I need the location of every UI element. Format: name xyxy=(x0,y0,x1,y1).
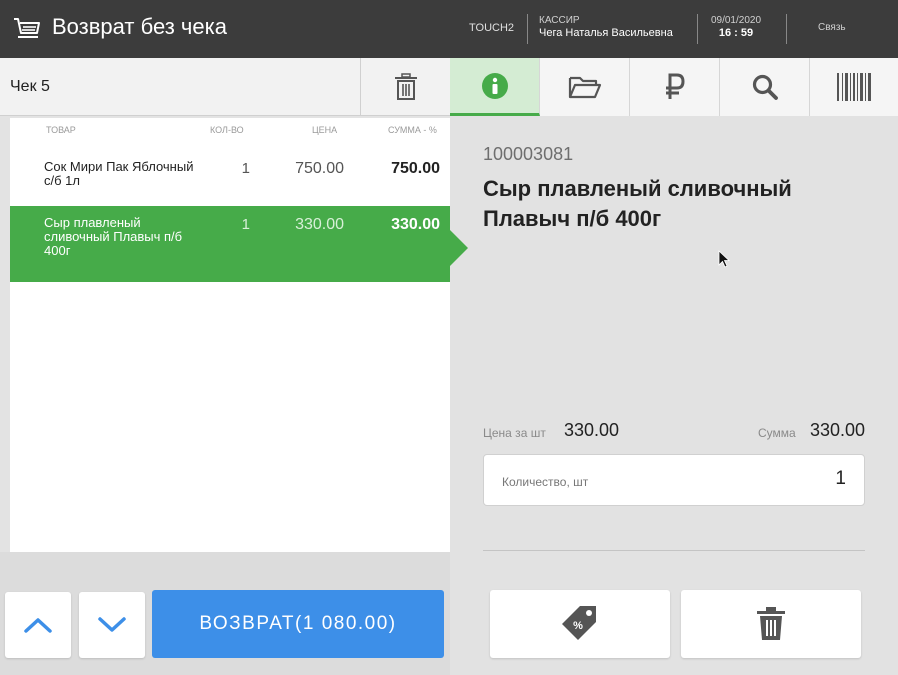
sum-value: 330.00 xyxy=(810,420,866,440)
item-name: Сыр плавленый сливочный Плавыч п/б 400г xyxy=(44,215,183,258)
delete-item-button[interactable] xyxy=(681,590,861,658)
detail-panel: 100003081 Сыр плавленый сливочный Плавыч… xyxy=(450,58,898,675)
connection-button[interactable]: Связь xyxy=(818,22,846,33)
top-bar: Возврат без чека TOUCH2 КАССИР Чега Ната… xyxy=(0,0,898,58)
cashier-label: КАССИР xyxy=(539,15,580,26)
item-qty: 1 xyxy=(241,216,250,233)
product-name: Сыр плавленый сливочный Плавыч п/б 400г xyxy=(483,176,792,231)
divider xyxy=(483,550,865,551)
tab-barcode[interactable] xyxy=(810,58,898,116)
item-sum: 330.00 xyxy=(391,216,440,233)
bottom-actions: ВОЗВРАТ(1 080.00) xyxy=(0,552,450,675)
quantity-label: Количество, шт xyxy=(502,475,589,489)
return-button[interactable]: ВОЗВРАТ(1 080.00) xyxy=(152,590,444,658)
selection-pointer xyxy=(450,230,468,266)
column-header-sum: СУММА - % xyxy=(388,125,437,135)
ruble-icon xyxy=(665,73,685,99)
date-text: 09/01/2020 xyxy=(710,15,762,26)
divider xyxy=(697,14,698,44)
item-qty: 1 xyxy=(241,160,250,177)
terminal-id: TOUCH2 xyxy=(469,22,515,34)
scroll-down-button[interactable] xyxy=(79,592,145,658)
unit-price-label: Цена за шт xyxy=(483,426,546,440)
tab-info[interactable] xyxy=(450,58,540,116)
column-header-qty: КОЛ-ВО xyxy=(210,125,244,135)
cashier-name: Чега Наталья Васильевна xyxy=(539,27,673,39)
folder-icon xyxy=(568,76,601,99)
unit-price-value: 330.00 xyxy=(564,420,620,440)
tab-search[interactable] xyxy=(720,58,810,116)
barcode-icon xyxy=(837,73,871,101)
cashier-info: КАССИР Чега Наталья Васильевна xyxy=(539,14,673,40)
table-row[interactable]: Сок Мири Пак Яблочный с/б 1л 1 750.00 75… xyxy=(10,150,450,206)
chevron-down-icon xyxy=(98,617,126,632)
sum-label: Сумма xyxy=(758,426,796,440)
divider xyxy=(786,14,787,44)
receipt-header: Чек 5 xyxy=(0,58,450,116)
item-sum: 750.00 xyxy=(391,160,440,177)
item-price: 750.00 xyxy=(295,160,344,177)
scroll-up-button[interactable] xyxy=(5,592,71,658)
info-icon xyxy=(481,72,508,99)
quantity-value: 1 xyxy=(835,468,846,489)
cart-icon xyxy=(14,18,40,38)
item-name: Сок Мири Пак Яблочный с/б 1л xyxy=(44,159,194,188)
page-title: Возврат без чека xyxy=(52,14,227,39)
search-icon xyxy=(752,74,778,100)
divider xyxy=(527,14,528,44)
table-row-selected[interactable]: Сыр плавленый сливочный Плавыч п/б 400г … xyxy=(10,206,450,282)
datetime: 09/01/2020 16 : 59 xyxy=(700,14,772,40)
tab-payment[interactable] xyxy=(630,58,720,116)
receipt-panel: Чек 5 ТОВАР КОЛ-ВО ЦЕНА СУММА - % Сок Ми… xyxy=(0,58,450,675)
time-text: 16 : 59 xyxy=(718,27,754,39)
trash-icon xyxy=(394,73,417,100)
discount-button[interactable]: % xyxy=(490,590,670,658)
column-header-product: ТОВАР xyxy=(46,125,76,135)
product-code: 100003081 xyxy=(483,144,574,164)
tab-folder[interactable] xyxy=(540,58,630,116)
price-tag-icon: % xyxy=(562,606,596,640)
column-header-price: ЦЕНА xyxy=(312,125,338,135)
mouse-cursor-icon xyxy=(718,250,730,268)
tab-bar xyxy=(450,58,898,116)
chevron-up-icon xyxy=(24,618,52,633)
svg-text:%: % xyxy=(573,620,583,632)
item-price: 330.00 xyxy=(295,216,344,233)
receipt-title: Чек 5 xyxy=(10,78,50,95)
quantity-field[interactable]: Количество, шт 1 xyxy=(483,454,865,506)
trash-icon xyxy=(757,607,785,640)
delete-receipt-button[interactable] xyxy=(360,58,450,116)
